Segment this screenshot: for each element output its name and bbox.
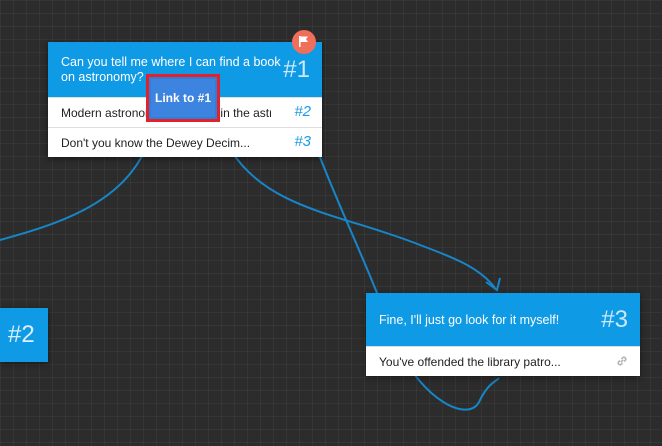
response-link-target[interactable]: #3 (294, 133, 311, 150)
response-row[interactable]: Don't you know the Dewey Decim... #3 (48, 127, 322, 157)
response-text: You've offended the library patro... (379, 355, 561, 369)
node-3-text: Fine, I'll just go look for it myself! (379, 313, 560, 327)
node-2-number: #2 (8, 321, 35, 348)
connector-to-n3 (231, 151, 496, 289)
chain-link-icon[interactable] (615, 354, 629, 371)
dialogue-node-3[interactable]: Fine, I'll just go look for it myself! #… (366, 293, 640, 376)
response-row[interactable]: You've offended the library patro... (366, 346, 640, 376)
node-3-number: #3 (601, 306, 628, 333)
dialogue-node-2[interactable]: #2 (0, 308, 48, 362)
node-3-header[interactable]: Fine, I'll just go look for it myself! #… (366, 293, 640, 346)
node-1-number: #1 (283, 56, 310, 83)
link-tooltip-label: Link to #1 (151, 79, 215, 117)
response-link-target[interactable]: #2 (294, 103, 311, 120)
flag-icon[interactable] (292, 30, 316, 54)
link-tooltip[interactable]: Link to #1 (146, 74, 220, 122)
response-text: Don't you know the Dewey Decim... (61, 136, 251, 150)
